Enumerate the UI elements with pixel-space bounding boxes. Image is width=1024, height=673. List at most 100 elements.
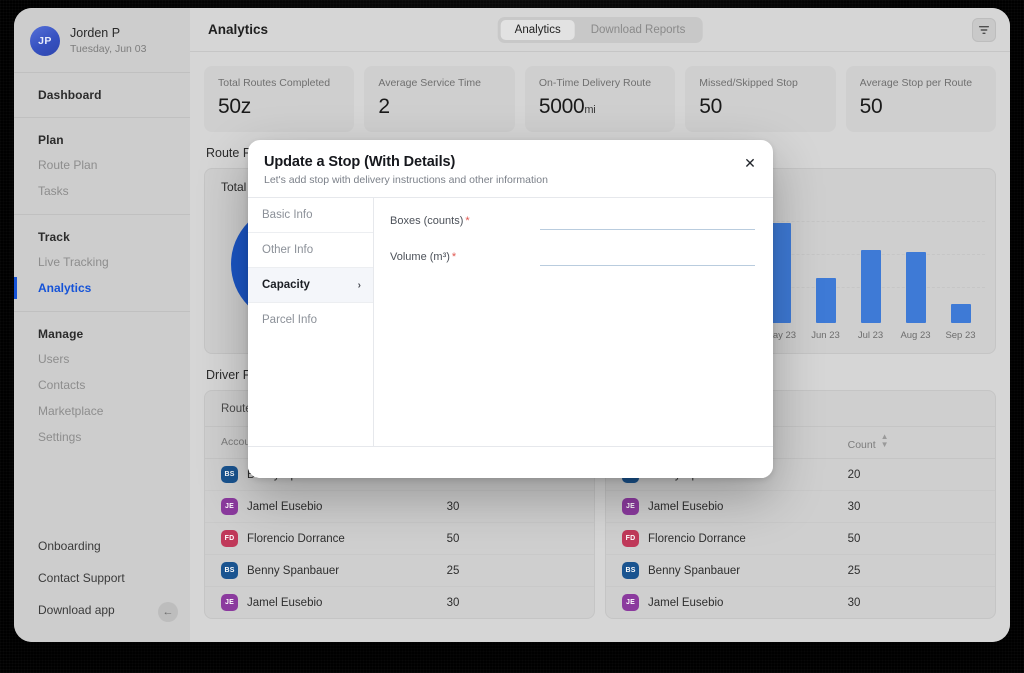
column-header-count-label: Count [847, 439, 876, 451]
table-row[interactable]: JE Jamel Eusebio 30 [205, 587, 594, 619]
sidebar-item-settings[interactable]: Settings [14, 424, 190, 450]
table-row[interactable]: BS Benny Spanbauer 25 [606, 554, 995, 587]
sidebar-item-dashboard[interactable]: Dashboard [14, 83, 190, 107]
sidebar-item-users[interactable]: Users [14, 346, 190, 372]
table-row[interactable]: FD Florencio Dorrance 50 [205, 522, 594, 555]
account-name: Benny Spanbauer [648, 564, 741, 577]
bar-column[interactable] [803, 203, 848, 323]
field-label: Volume (m³) * [390, 251, 530, 266]
sidebar-item-marketplace[interactable]: Marketplace [14, 398, 190, 424]
sidebar-item-tasks[interactable]: Tasks [14, 178, 190, 204]
update-stop-modal: Update a Stop (With Details) Let's add s… [248, 140, 773, 478]
cell-count: 30 [831, 490, 995, 523]
app-window: JP Jorden P Tuesday, Jun 03 Dashboard Pl… [14, 8, 1010, 642]
sidebar-item-contacts[interactable]: Contacts [14, 372, 190, 398]
sidebar-item-live-tracking[interactable]: Live Tracking [14, 249, 190, 275]
account-name: Jamel Eusebio [247, 596, 323, 609]
field-label: Boxes (counts) * [390, 215, 530, 230]
bar-x-label: Jul 23 [857, 330, 884, 341]
table-row[interactable]: JE Jamel Eusebio 30 [606, 587, 995, 619]
tab-download-reports[interactable]: Download Reports [577, 20, 700, 40]
sort-icon[interactable]: ▲▼ [881, 433, 889, 449]
table-row[interactable]: FD Florencio Dorrance 50 [606, 522, 995, 555]
user-profile[interactable]: JP Jorden P Tuesday, Jun 03 [14, 8, 190, 72]
cell-count: 50 [430, 522, 594, 555]
cell-count: 25 [831, 554, 995, 587]
nav-head-plan: Plan [38, 133, 64, 147]
cell-account: FD Florencio Dorrance [606, 522, 832, 555]
cell-account: JE Jamel Eusebio [205, 490, 431, 523]
sidebar-item-route-plan[interactable]: Route Plan [14, 152, 190, 178]
boxes-counts-input[interactable] [540, 212, 755, 230]
kpi-card: Average Stop per Route 50 [845, 66, 997, 132]
table-row[interactable]: JE Jamel Eusebio 30 [606, 490, 995, 523]
required-marker: * [465, 215, 470, 227]
kpi-number: 50z [218, 95, 251, 118]
kpi-number: 2 [378, 95, 390, 118]
modal-tab-parcel-info[interactable]: Parcel Info [248, 303, 373, 337]
avatar: BS [622, 562, 639, 579]
bar-x-label: Jun 23 [811, 330, 840, 341]
modal-tab-capacity[interactable]: Capacity › [248, 268, 373, 303]
cell-account: JE Jamel Eusebio [606, 490, 832, 523]
bar-column[interactable] [893, 203, 938, 323]
cell-account: BS Benny Spanbauer [205, 554, 431, 587]
kpi-card: On-Time Delivery Route 5000mi [524, 66, 676, 132]
avatar: FD [221, 530, 238, 547]
kpi-value: 5000mi [539, 95, 661, 119]
cell-count: 25 [430, 554, 594, 587]
avatar: JP [30, 26, 60, 56]
bar-x-label: Aug 23 [900, 330, 931, 341]
kpi-label: Average Service Time [378, 77, 481, 89]
modal-step-nav: Basic Info Other Info Capacity › Parcel … [248, 198, 374, 446]
bar-column[interactable] [848, 203, 893, 323]
kpi-card: Missed/Skipped Stop 50 [685, 66, 836, 132]
cell-account: JE Jamel Eusebio [606, 587, 832, 619]
kpi-number: 50 [699, 95, 722, 118]
cell-account: FD Florencio Dorrance [205, 522, 431, 555]
kpi-card: Total Routes Completed 50z [204, 66, 355, 132]
volume-input[interactable] [540, 248, 755, 266]
modal-title: Update a Stop (With Details) [264, 154, 456, 170]
account-name: Benny Spanbauer [247, 564, 340, 577]
sidebar-item-analytics[interactable]: Analytics [14, 275, 190, 301]
avatar: FD [622, 530, 639, 547]
tab-analytics[interactable]: Analytics [500, 19, 575, 40]
modal-footer [248, 446, 773, 478]
cell-count: 30 [446, 596, 460, 609]
nav-section-plan: Plan Route Plan Tasks [14, 117, 190, 214]
column-header-count[interactable]: Count ▲▼ [831, 427, 995, 459]
kpi-value: 2 [378, 95, 500, 119]
account-name: Jamel Eusebio [648, 596, 724, 609]
table-row[interactable]: JE Jamel Eusebio 30 [205, 490, 594, 523]
modal-tab-other-info[interactable]: Other Info [248, 233, 373, 268]
arrow-left-icon[interactable]: ← [158, 602, 178, 622]
cell-count: 30 [847, 596, 861, 609]
field-label-text: Boxes (counts) [390, 215, 464, 227]
modal-tab-label: Capacity [262, 279, 310, 291]
avatar: BS [221, 466, 238, 483]
user-date: Tuesday, Jun 03 [70, 42, 147, 55]
table-row[interactable]: BS Benny Spanbauer 25 [205, 554, 594, 587]
sidebar-item-onboarding[interactable]: Onboarding [14, 530, 190, 562]
bar [815, 278, 836, 323]
modal-tab-label: Other Info [262, 244, 314, 256]
sidebar-item-contact-support[interactable]: Contact Support [14, 562, 190, 594]
nav-section-track: Track Live Tracking Analytics [14, 214, 190, 311]
kpi-row: Total Routes Completed 50z Average Servi… [204, 66, 997, 132]
filter-icon[interactable] [972, 17, 996, 42]
bar [905, 252, 926, 323]
avatar: JE [622, 498, 639, 515]
field-label-text: Volume (m³) [390, 251, 450, 263]
kpi-value: 50z [218, 95, 340, 119]
bar-column[interactable] [938, 203, 983, 323]
cell-count: 20 [831, 458, 995, 491]
cell-account: BS Benny Spanbauer [606, 554, 832, 587]
cell-count: 30 [430, 490, 594, 523]
close-icon[interactable]: ✕ [741, 154, 759, 172]
modal-subtitle: Let's add stop with delivery instruction… [264, 174, 548, 186]
modal-tab-basic-info[interactable]: Basic Info [248, 198, 373, 233]
avatar: BS [221, 562, 238, 579]
nav-section-dashboard: Dashboard [14, 72, 190, 117]
